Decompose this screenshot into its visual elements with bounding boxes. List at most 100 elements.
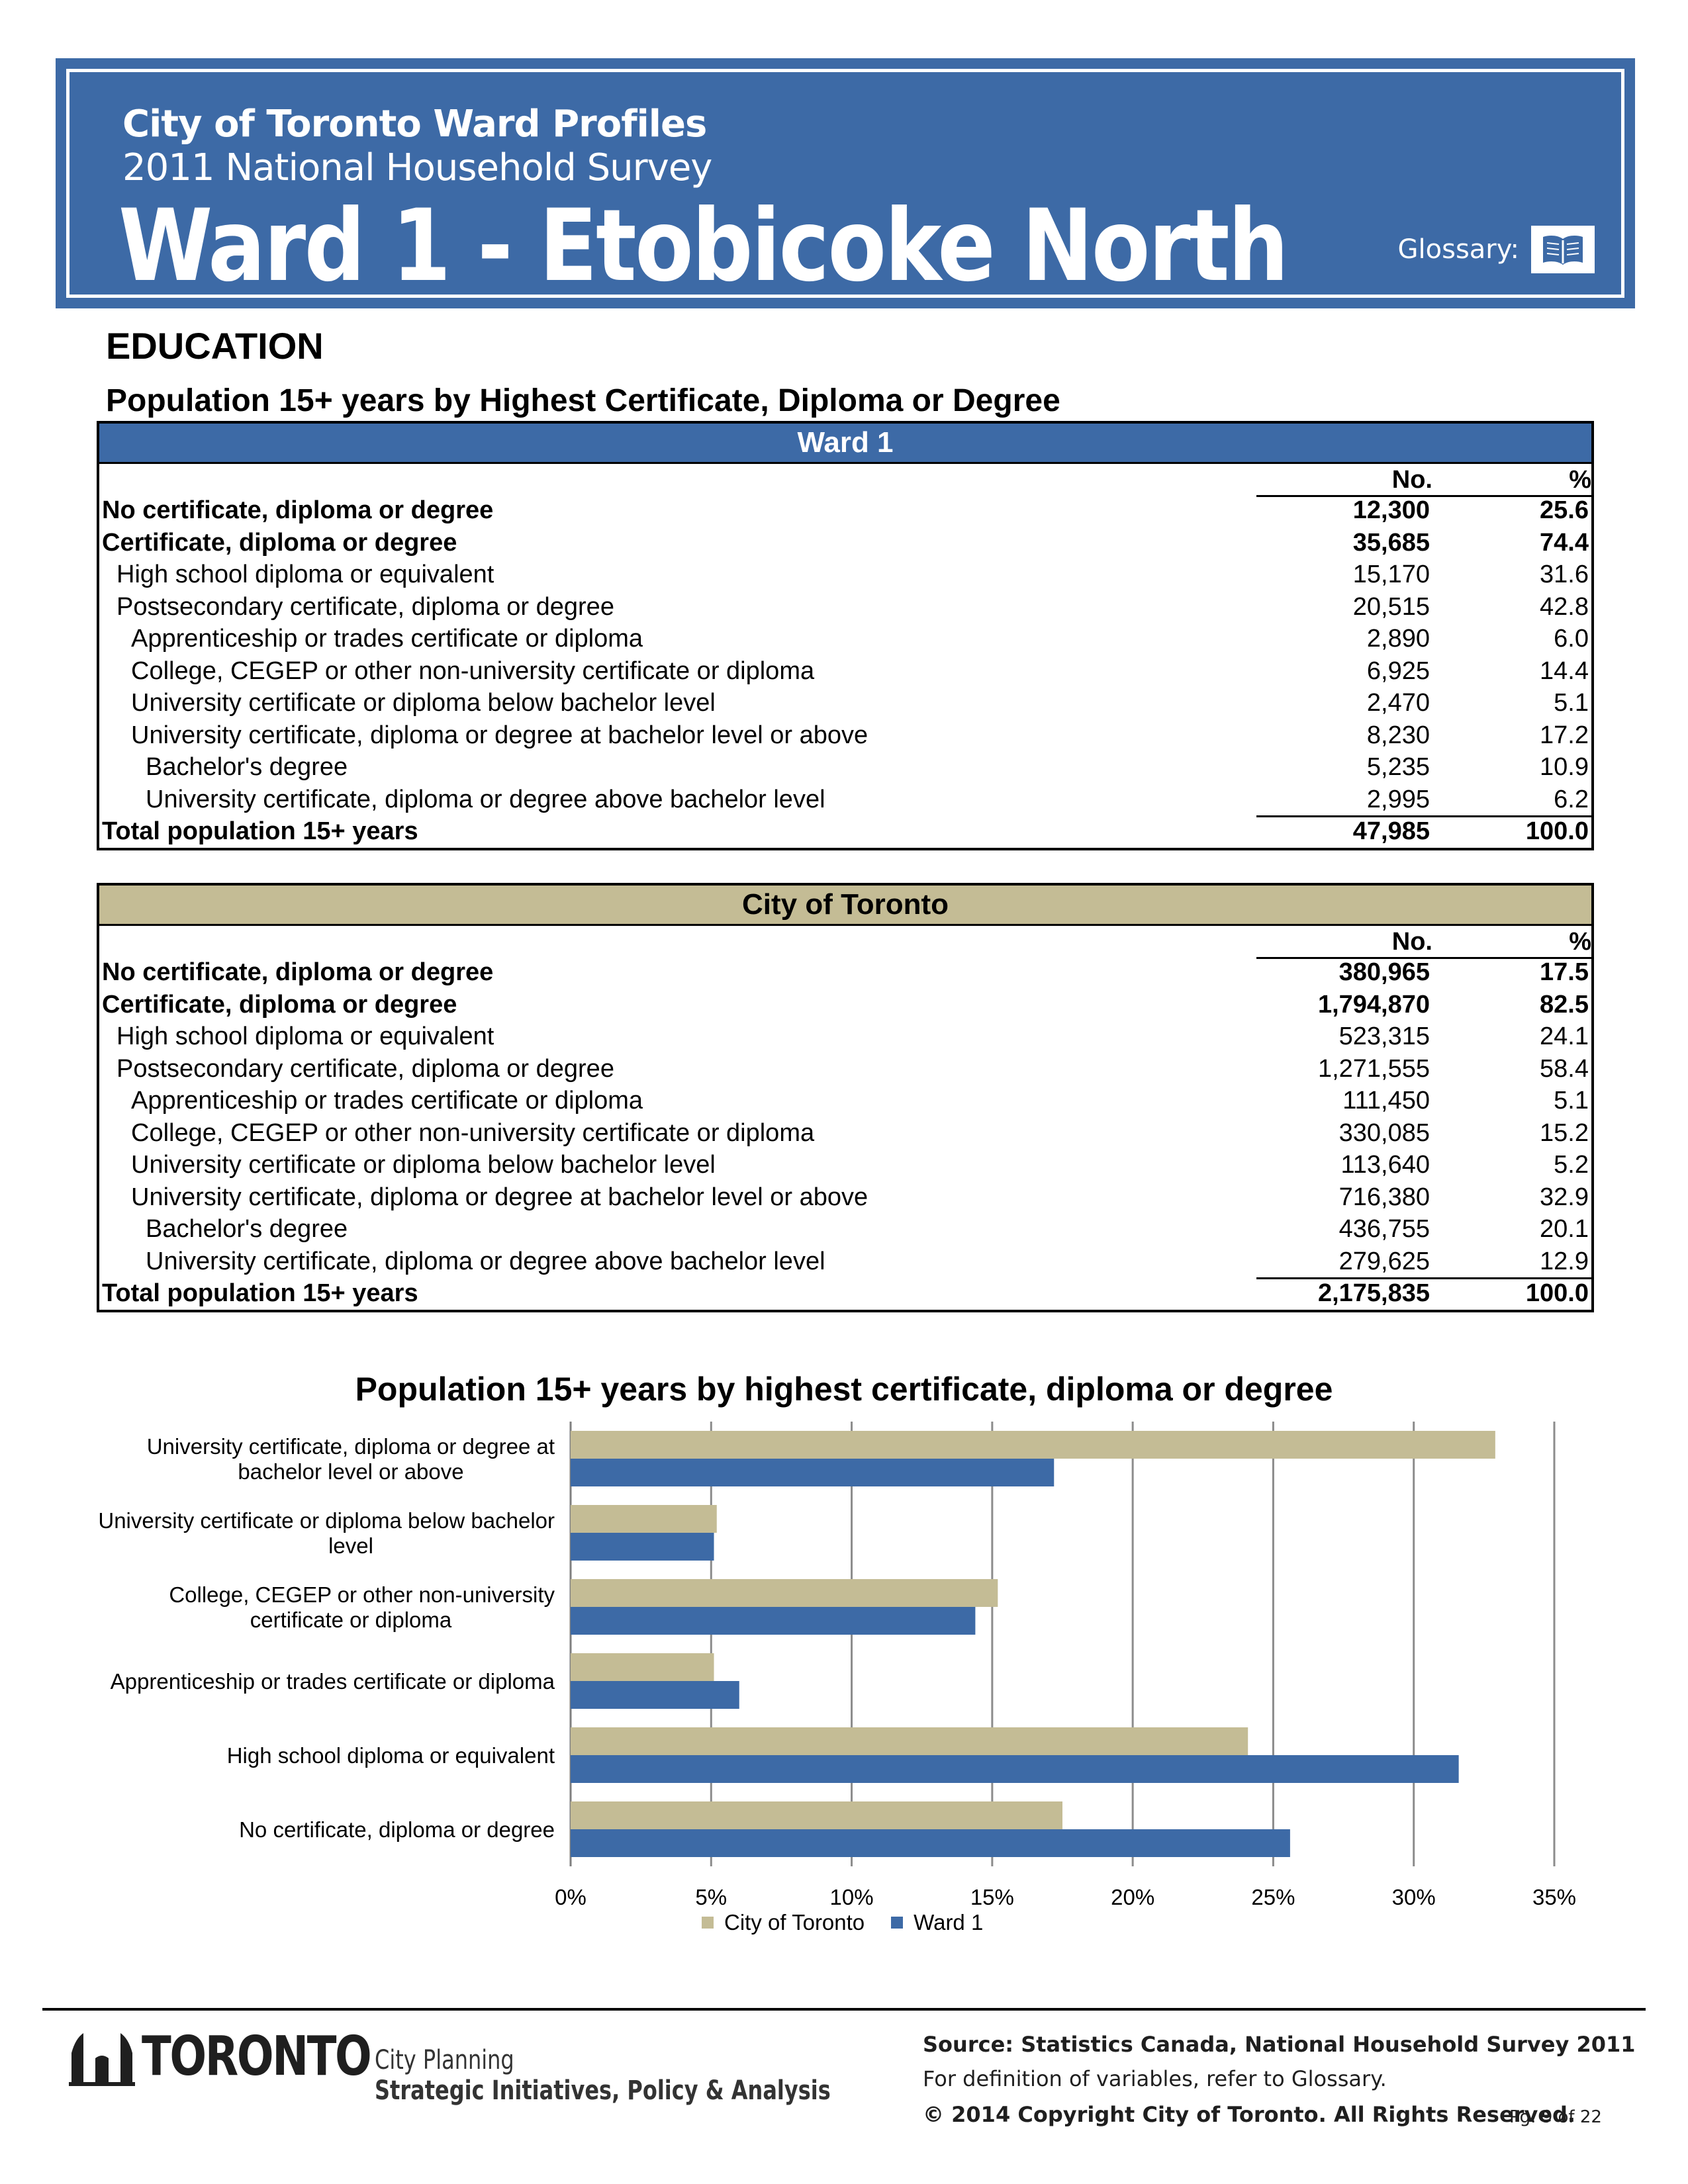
row-count: 1,271,555 (1317, 1054, 1430, 1083)
row-percent: 58.4 (1540, 1054, 1589, 1083)
row-label: Apprenticeship or trades certificate or … (131, 625, 643, 653)
row-count: 716,380 (1338, 1183, 1430, 1211)
x-tick-label: 20% (1111, 1885, 1154, 1906)
bar-city (571, 1801, 1062, 1829)
city-table-body: No certificate, diploma or degree 380,965… (99, 956, 1591, 1310)
table-row: No certificate, diploma or degree 12,300 2… (99, 494, 1591, 527)
ward-table-body: No certificate, diploma or degree 12,300 2… (99, 494, 1591, 848)
x-tick-label: 25% (1251, 1885, 1295, 1906)
source-note: Source: Statistics Canada, National Hous… (923, 2032, 1636, 2057)
category-label: level (328, 1533, 373, 1558)
row-label: Total population 15+ years (102, 1279, 418, 1307)
x-tick-label: 15% (970, 1885, 1014, 1906)
row-count: 2,890 (1366, 625, 1430, 653)
table-row: Postsecondary certificate, diploma or de… (99, 1053, 1591, 1085)
banner-frame: City of Toronto Ward Profiles 2011 Natio… (66, 69, 1624, 304)
category-label: certificate or diploma (250, 1608, 452, 1632)
col-no-header: No. (1391, 466, 1432, 494)
column-headers: No. % (99, 926, 1591, 959)
city-planning-label: City Planning (375, 2045, 514, 2075)
row-label: Bachelor's degree (146, 1215, 348, 1243)
row-count: 20,515 (1352, 592, 1430, 621)
category-label: University certificate, diploma or degre… (147, 1434, 555, 1459)
row-percent: 74.4 (1540, 528, 1589, 557)
row-percent: 15.2 (1540, 1118, 1589, 1147)
row-percent: 10.9 (1540, 753, 1589, 781)
table-title: Population 15+ years by Highest Certific… (106, 383, 1060, 418)
row-percent: 6.0 (1554, 625, 1589, 653)
table-row: Bachelor's degree 436,755 20.1 (99, 1213, 1591, 1246)
row-label: No certificate, diploma or degree (102, 958, 494, 986)
logo-wordmark: TORONTO (142, 2025, 372, 2088)
row-label: High school diploma or equivalent (117, 1023, 494, 1050)
row-count: 8,230 (1366, 721, 1430, 749)
table-row: College, CEGEP or other non-university c… (99, 1117, 1591, 1150)
category-label: University certificate or diploma below … (98, 1508, 555, 1533)
row-percent: 24.1 (1540, 1023, 1589, 1050)
col-no-header: No. (1391, 928, 1432, 956)
row-count: 12,300 (1352, 496, 1430, 524)
category-label: High school diploma or equivalent (227, 1743, 555, 1768)
ward-table-header: Ward 1 (99, 424, 1591, 464)
x-tick-label: 0% (555, 1885, 586, 1906)
table-row: University certificate, diploma or degre… (99, 719, 1591, 752)
row-percent: 17.2 (1540, 721, 1589, 749)
row-label: College, CEGEP or other non-university c… (131, 1118, 815, 1147)
row-percent: 5.1 (1554, 689, 1589, 717)
ward-table: Ward 1 No. % No certificate, diploma or … (97, 421, 1594, 850)
row-percent: 14.4 (1540, 657, 1589, 685)
legend-swatch-city (702, 1917, 714, 1929)
row-count: 330,085 (1338, 1118, 1430, 1147)
table-row: University certificate, diploma or degre… (99, 1246, 1591, 1278)
row-label: University certificate, diploma or degre… (131, 1183, 868, 1211)
bar-ward (571, 1681, 739, 1709)
glossary-label: Glossary: (1397, 234, 1519, 265)
bar-ward (571, 1755, 1459, 1783)
bar-ward (571, 1533, 714, 1561)
table-row: Apprenticeship or trades certificate or … (99, 623, 1591, 655)
row-count: 1,794,870 (1317, 990, 1430, 1019)
x-tick-label: 35% (1532, 1885, 1576, 1906)
category-label: No certificate, diploma or degree (239, 1817, 555, 1842)
row-label: Postsecondary certificate, diploma or de… (117, 592, 614, 621)
banner-title: City of Toronto Ward Profiles (122, 103, 707, 146)
bar-ward (571, 1829, 1290, 1857)
row-count: 523,315 (1338, 1023, 1430, 1050)
row-percent: 31.6 (1540, 561, 1589, 588)
col-pct-header: % (1569, 928, 1591, 956)
row-label: University certificate or diploma below … (131, 689, 716, 717)
row-count: 111,450 (1342, 1087, 1430, 1115)
category-label: College, CEGEP or other non-university (169, 1582, 555, 1607)
row-count: 436,755 (1338, 1215, 1430, 1243)
row-count: 279,625 (1338, 1247, 1430, 1275)
bar-city (571, 1431, 1495, 1459)
row-percent: 82.5 (1540, 990, 1589, 1019)
glossary-link[interactable]: Glossary: (1398, 226, 1595, 273)
bar-city (571, 1653, 714, 1681)
row-label: High school diploma or equivalent (117, 561, 494, 588)
education-bar-chart: 0% 5% 10% 15% 20% 25% 30% 35% University certifi… (98, 1422, 1576, 1906)
table-row: Certificate, diploma or degree 35,685 74.4 (99, 527, 1591, 559)
bar-city (571, 1579, 998, 1607)
table-row: High school diploma or equivalent 523,315… (99, 1021, 1591, 1053)
row-percent: 32.9 (1540, 1183, 1589, 1211)
section-title: EDUCATION (106, 325, 324, 367)
row-label: University certificate, diploma or degre… (146, 785, 825, 813)
row-percent: 17.5 (1540, 958, 1589, 986)
bar-city (571, 1505, 717, 1533)
table-row: College, CEGEP or other non-university c… (99, 655, 1591, 688)
row-count: 2,470 (1366, 689, 1430, 717)
division-label: Strategic Initiatives, Policy & Analysis (375, 2075, 831, 2106)
row-count: 15,170 (1352, 561, 1430, 588)
book-icon[interactable] (1531, 226, 1595, 273)
row-percent: 20.1 (1540, 1215, 1589, 1243)
category-label: Apprenticeship or trades certificate or … (111, 1669, 555, 1694)
table-row: University certificate, diploma or degre… (99, 784, 1591, 816)
row-percent: 6.2 (1554, 785, 1589, 813)
page-number: Pg. 9 of 22 (1509, 2107, 1602, 2127)
row-label: Total population 15+ years (102, 817, 418, 845)
definition-note: For definition of variables, refer to Gl… (923, 2066, 1387, 2091)
row-percent: 42.8 (1540, 592, 1589, 621)
row-label: Apprenticeship or trades certificate or … (131, 1087, 643, 1115)
row-label: College, CEGEP or other non-university c… (131, 657, 815, 685)
